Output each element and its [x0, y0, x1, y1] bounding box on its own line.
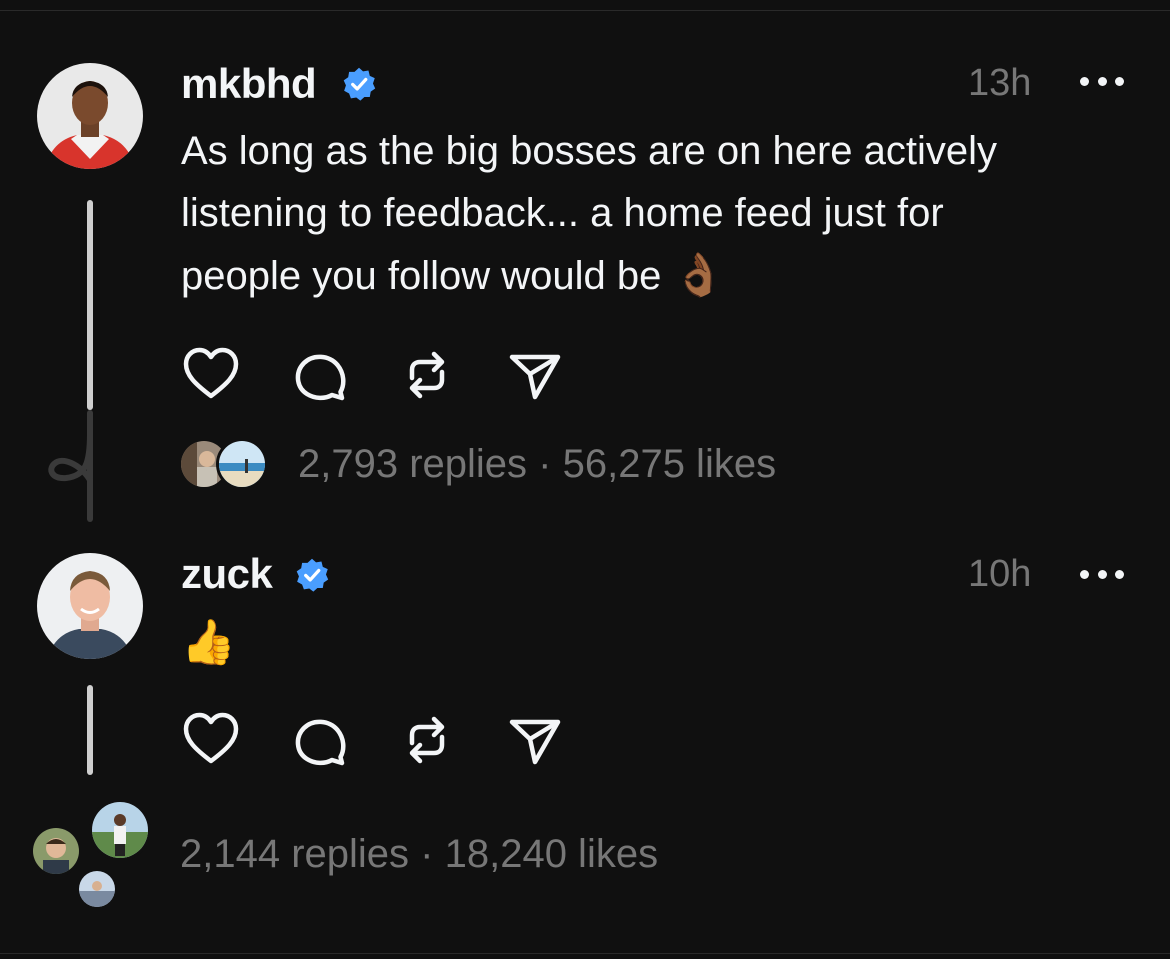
- likes-count[interactable]: 18,240 likes: [445, 832, 658, 876]
- stats-separator: ·: [527, 442, 563, 486]
- avatar-zuck[interactable]: [37, 553, 143, 659]
- replier-avatar: [216, 438, 268, 490]
- repost-icon: [409, 716, 445, 764]
- post-stats: 2,793 replies · 56,275 likes: [298, 444, 776, 484]
- post-actions: [181, 710, 581, 770]
- replier-avatar: [76, 868, 118, 910]
- heart-icon: [183, 712, 239, 764]
- top-divider: [0, 10, 1170, 11]
- share-icon: [509, 719, 561, 765]
- stats-separator: ·: [409, 832, 445, 876]
- repost-button[interactable]: [397, 710, 457, 770]
- bottom-divider: [0, 953, 1170, 954]
- replies-count[interactable]: 2,144 replies: [180, 832, 409, 876]
- replier-avatar: [89, 799, 151, 861]
- share-button[interactable]: [505, 710, 565, 770]
- more-icon[interactable]: [1080, 75, 1124, 87]
- post-time: 13h: [968, 62, 1032, 104]
- thumbs-up-emoji: 👍: [181, 618, 236, 667]
- comment-button[interactable]: [289, 345, 349, 405]
- likes-count[interactable]: 56,275 likes: [563, 442, 776, 486]
- share-icon: [509, 354, 561, 400]
- comment-icon: [295, 354, 346, 401]
- thread-line: [87, 685, 93, 775]
- comment-icon: [295, 719, 346, 766]
- like-button[interactable]: [181, 710, 241, 770]
- post-stats: 2,144 replies · 18,240 likes: [180, 834, 658, 874]
- thread-loop-icon: [48, 432, 93, 483]
- repost-icon: [409, 351, 445, 399]
- share-button[interactable]: [505, 345, 565, 405]
- post-text-content: As long as the big bosses are on here ac…: [181, 129, 998, 298]
- replier-avatar: [30, 825, 82, 877]
- avatar-mkbhd[interactable]: [37, 63, 143, 169]
- post-time: 10h: [968, 553, 1032, 595]
- thread-line: [87, 200, 93, 410]
- ok-hand-emoji: 👌🏾: [672, 251, 725, 298]
- like-button[interactable]: [181, 345, 241, 405]
- comment-button[interactable]: [289, 710, 349, 770]
- username-mkbhd[interactable]: mkbhd: [181, 63, 317, 105]
- verified-badge-icon: [343, 67, 376, 101]
- username-zuck[interactable]: zuck: [181, 553, 273, 595]
- replies-count[interactable]: 2,793 replies: [298, 442, 527, 486]
- heart-icon: [183, 347, 239, 399]
- more-icon[interactable]: [1080, 568, 1124, 580]
- post-actions: [181, 345, 581, 405]
- verified-badge-icon: [296, 558, 329, 592]
- repost-button[interactable]: [397, 345, 457, 405]
- post-text: As long as the big bosses are on here ac…: [181, 120, 997, 307]
